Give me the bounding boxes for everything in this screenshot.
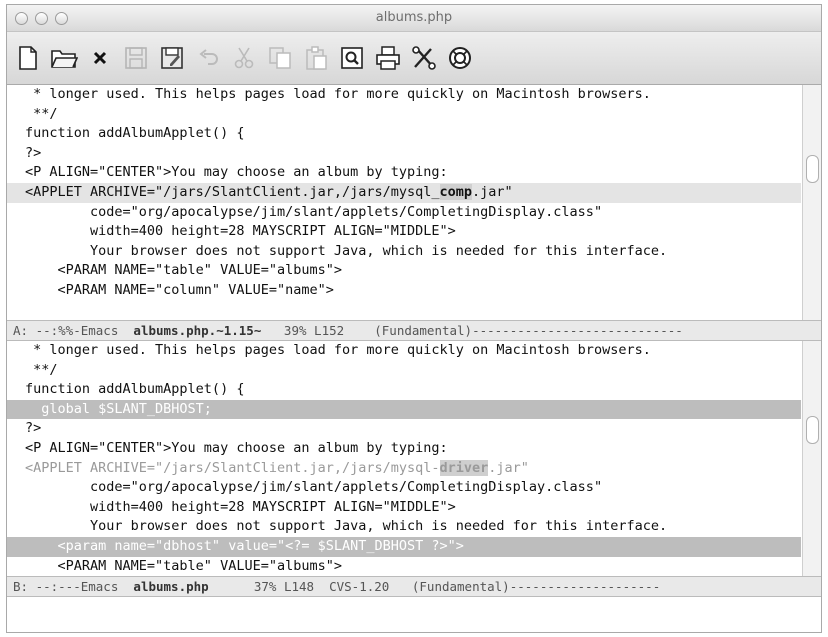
title-bar: albums.php [7, 5, 821, 32]
copy-button[interactable] [265, 43, 295, 73]
code-text: <APPLET ARCHIVE="/jars/SlantClient.jar,/… [25, 183, 440, 200]
code-line[interactable]: code="org/apocalypse/jim/slant/applets/C… [7, 203, 801, 223]
new-file-icon [19, 46, 37, 70]
code-line[interactable]: <PARAM NAME="column" VALUE="name"> [7, 281, 801, 301]
save-as-icon [161, 47, 183, 69]
code-line[interactable]: code="org/apocalypse/jim/slant/applets/C… [7, 478, 801, 498]
modeline-prefix: A: --:%%-Emacs [13, 323, 134, 338]
tools-icon [412, 46, 436, 70]
code-line[interactable]: Your browser does not support Java, whic… [7, 242, 801, 262]
paste-icon [306, 46, 327, 70]
modeline-prefix: B: --:---Emacs [13, 579, 134, 594]
code-line[interactable]: <param name="dbhost" value="<?= $SLANT_D… [7, 536, 801, 557]
buffer-name: albums.php [133, 579, 209, 594]
undo-button[interactable] [193, 43, 223, 73]
copy-icon [269, 47, 291, 69]
code-line[interactable]: ?> [7, 144, 801, 164]
cut-button[interactable] [229, 43, 259, 73]
modeline-status: 39% L152 (Fundamental)------------------… [261, 323, 683, 338]
new-file-button[interactable] [13, 43, 43, 73]
print-button[interactable] [373, 43, 403, 73]
paste-button[interactable] [301, 43, 331, 73]
code-text: .jar" [472, 183, 513, 200]
code-line[interactable]: Your browser does not support Java, whic… [7, 517, 801, 537]
cut-icon [234, 47, 254, 69]
completion-highlight: driver [439, 459, 489, 476]
open-folder-button[interactable] [49, 43, 79, 73]
scrollbar-top[interactable] [802, 85, 821, 320]
code-line[interactable]: <P ALIGN="CENTER">You may choose an albu… [7, 163, 801, 183]
code-line[interactable]: * longer used. This helps pages load for… [7, 341, 801, 361]
toolbar [7, 32, 821, 85]
save-as-button[interactable] [157, 43, 187, 73]
help-icon [449, 47, 471, 69]
search-button[interactable] [337, 43, 367, 73]
code-line[interactable]: <P ALIGN="CENTER">You may choose an albu… [7, 439, 801, 459]
code-line[interactable]: <APPLET ARCHIVE="/jars/SlantClient.jar,/… [7, 182, 801, 203]
code-line[interactable]: <PARAM NAME="table" VALUE="albums"> [7, 557, 801, 576]
minibuffer[interactable] [7, 597, 821, 617]
code-area-top[interactable]: * longer used. This helps pages load for… [7, 85, 801, 320]
code-line[interactable]: width=400 height=28 MAYSCRIPT ALIGN="MID… [7, 498, 801, 518]
save-icon [125, 47, 147, 69]
scrollbar-thumb-bottom[interactable] [806, 416, 819, 444]
code-line[interactable]: * longer used. This helps pages load for… [7, 85, 801, 105]
print-icon [376, 46, 400, 70]
modeline-bottom: B: --:---Emacs albums.php 37% L148 CVS-1… [7, 576, 821, 597]
code-line[interactable]: function addAlbumApplet() { [7, 124, 801, 144]
code-line[interactable]: **/ [7, 361, 801, 381]
code-area-bottom[interactable]: * longer used. This helps pages load for… [7, 341, 801, 576]
folder-icon [51, 50, 78, 68]
scrollbar-thumb-top[interactable] [806, 155, 819, 183]
modeline-status: 37% L148 CVS-1.20 (Fundamental)---------… [208, 579, 661, 594]
code-text: .jar" [488, 459, 529, 476]
search-icon [341, 47, 363, 69]
code-line[interactable]: **/ [7, 105, 801, 125]
code-line[interactable]: global $SLANT_DBHOST; [7, 399, 801, 420]
code-text: <APPLET ARCHIVE="/jars/SlantClient.jar,/… [25, 459, 440, 476]
close-icon [93, 51, 107, 65]
editor-pane-bottom[interactable]: * longer used. This helps pages load for… [7, 341, 821, 576]
code-line[interactable]: <APPLET ARCHIVE="/jars/SlantClient.jar,/… [7, 459, 801, 479]
emacs-window: albums.php * longer used. This helps pag… [6, 4, 822, 633]
modeline-top: A: --:%%-Emacs albums.php.~1.15~ 39% L15… [7, 320, 821, 341]
undo-icon [199, 49, 218, 65]
code-line[interactable]: <PARAM NAME="table" VALUE="albums"> [7, 261, 801, 281]
code-line[interactable]: width=400 height=28 MAYSCRIPT ALIGN="MID… [7, 222, 801, 242]
code-line[interactable]: ?> [7, 419, 801, 439]
save-button[interactable] [121, 43, 151, 73]
preferences-button[interactable] [409, 43, 439, 73]
code-line[interactable]: function addAlbumApplet() { [7, 380, 801, 400]
buffer-name: albums.php.~1.15~ [133, 323, 262, 338]
completion-highlight: comp [439, 183, 473, 200]
close-buffer-button[interactable] [85, 43, 115, 73]
scrollbar-bottom[interactable] [802, 341, 821, 576]
window-title: albums.php [375, 10, 453, 25]
help-button[interactable] [445, 43, 475, 73]
editor-pane-top[interactable]: * longer used. This helps pages load for… [7, 85, 821, 320]
